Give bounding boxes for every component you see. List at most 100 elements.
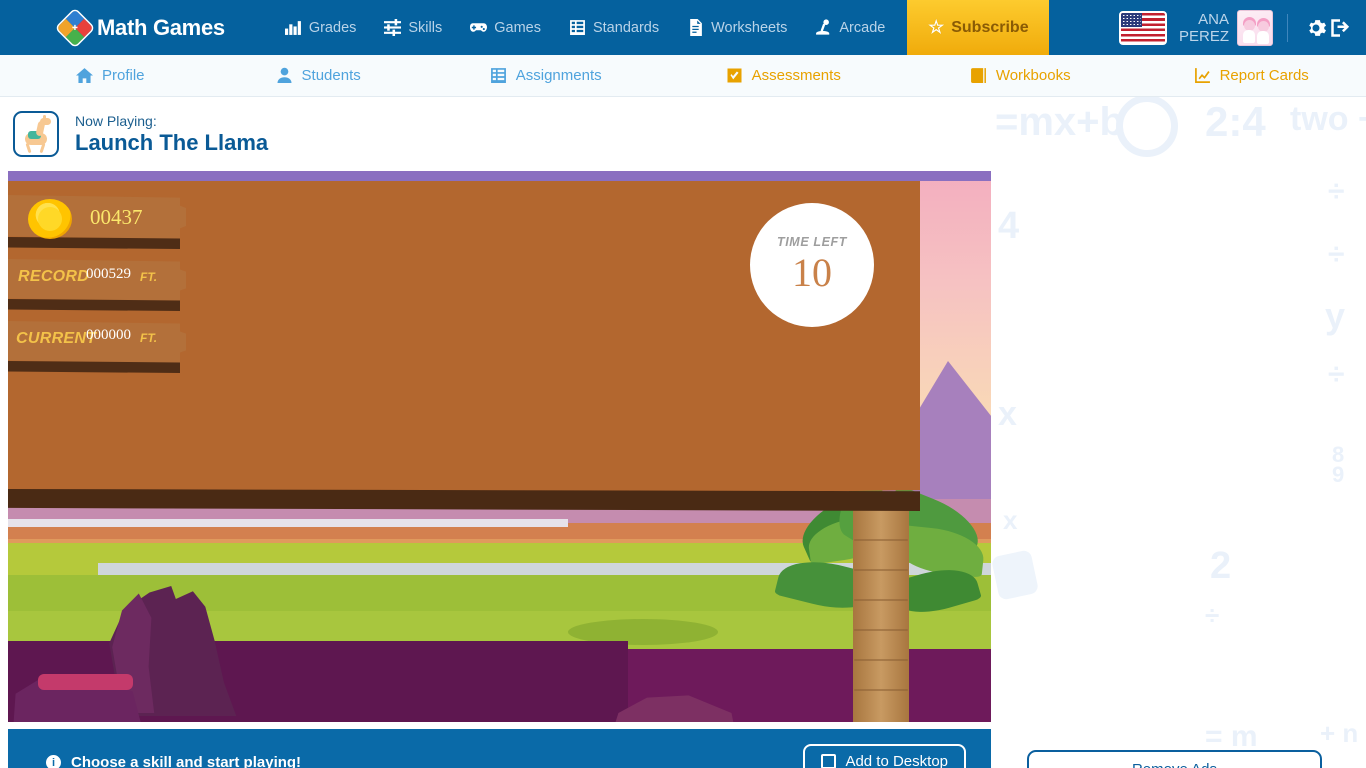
bottom-status-bar: i Choose a skill and start playing! Add … [8,729,991,768]
nav-label: Standards [592,19,660,36]
add-to-desktop-button[interactable]: Add to Desktop [803,744,966,768]
wallpaper-symbol: =mx+b [995,100,1124,144]
nav-item-skills[interactable]: Skills [370,0,456,55]
subnav-label: Report Cards [1219,67,1309,84]
current-plank-shadow [8,361,180,373]
time-left-value: 10 [792,250,832,295]
list-grid-icon [490,67,507,84]
nav-item-games[interactable]: Games [456,0,555,55]
nav-item-arcade[interactable]: Arcade [801,0,899,55]
remove-ads-label: Remove Ads [1132,761,1217,768]
wallpaper-dice-icon [990,549,1040,601]
wallpaper-symbol: x [998,395,1017,433]
sidebar-item-assessments[interactable]: Assessments [726,55,841,97]
wallpaper-symbol: 4 [998,205,1020,247]
hud-panel-shadow [8,489,920,511]
sliders-icon [384,19,402,36]
checkbox-icon [821,754,837,768]
secondary-navigation: Profile Students Assignments Assessments… [0,55,1366,97]
check-square-icon [726,67,743,84]
person-icon [276,67,293,84]
skill-message: i Choose a skill and start playing! [46,754,301,768]
user-zone: ANA PEREZ [1118,9,1350,46]
sidebar-item-report-cards[interactable]: Report Cards [1194,55,1309,97]
time-left-widget: TIME LEFT 10 [750,203,874,327]
wallpaper-symbol: 9 [1332,462,1345,487]
top-purple-strip [8,171,991,181]
add-to-desktop-label: Add to Desktop [845,753,948,768]
left-rock-top [38,674,133,690]
llama-icon[interactable] [13,110,59,157]
sidebar-item-assignments[interactable]: Assignments [490,55,602,97]
wallpaper-symbol: 2 [1210,545,1232,587]
line-chart-icon [1194,67,1211,84]
record-label: RECORD [18,268,90,285]
subnav-label: Assignments [515,67,602,84]
coin-value: 00437 [90,205,143,229]
nav-label: Arcade [839,19,886,36]
brand-name: Math Games [97,14,225,40]
star-icon: ☆ [928,17,945,37]
sidebar-item-students[interactable]: Students [276,55,361,97]
subnav-label: Workbooks [995,67,1071,84]
primary-navigation: Grades Skills Games Standards Worksheets [271,0,900,55]
usa-flag-icon[interactable] [1118,10,1167,45]
now-playing-bar: Now Playing: Launch The Llama [0,98,991,169]
nav-label: Skills [408,19,443,36]
nav-label: Games [494,19,541,36]
wallpaper-symbol: 2:4 [1205,98,1266,145]
now-playing-label: Now Playing: [75,112,157,129]
record-plank-shadow [8,299,180,311]
user-last-name: PEREZ [1178,27,1229,45]
river-upper [8,519,568,527]
gold-coin-inner [38,207,62,231]
gamepad-icon [470,19,488,36]
site-logo[interactable]: ✚ Math Games [56,9,225,46]
main-header: ✚ Math Games Grades Skills Games Standar… [0,0,1366,55]
document-icon [687,19,704,36]
book-icon [970,67,987,84]
nav-item-worksheets[interactable]: Worksheets [673,0,801,55]
logout-icon[interactable] [1330,18,1350,38]
wallpaper-symbol: = m [1205,720,1258,753]
gear-icon[interactable] [1306,18,1326,38]
wallpaper-symbol: ÷ [1205,600,1220,630]
subnav-label: Students [301,67,361,84]
record-unit: FT. [140,270,158,284]
record-value: 000529 [86,266,131,282]
wallpaper-symbol: two + t [1290,100,1366,138]
list-grid-icon [569,19,586,36]
wallpaper-symbol: y [1325,295,1346,336]
user-first-name: ANA [1198,10,1229,28]
user-name[interactable]: ANA PEREZ [1179,11,1229,45]
wallpaper-clock-icon [1116,95,1178,157]
wallpaper-symbol: ÷ [1328,358,1345,391]
game-canvas[interactable]: 00437 RECORD 000529 FT. CURRENT 000000 F… [8,171,991,722]
skill-message-text: Choose a skill and start playing! [71,754,302,768]
remove-ads-button[interactable]: Remove Ads [1027,750,1322,768]
sidebar-item-workbooks[interactable]: Workbooks [970,55,1071,97]
subnav-label: Profile [102,67,145,84]
subnav-label: Assessments [751,67,841,84]
nav-item-standards[interactable]: Standards [555,0,673,55]
game-title: Launch The Llama [75,129,269,155]
wallpaper-symbol: + n [1320,718,1359,748]
subscribe-button[interactable]: ☆ Subscribe [907,0,1050,55]
nav-item-grades[interactable]: Grades [271,0,371,55]
home-icon [76,67,93,84]
logo-diamond-icon: ✚ [56,9,94,46]
nav-label: Grades [308,19,357,36]
subscribe-label: Subscribe [951,18,1029,36]
current-label: CURRENT [16,330,97,347]
sidebar-item-profile[interactable]: Profile [76,55,145,97]
header-divider [1287,13,1288,42]
coin-plank-shadow [8,237,180,249]
info-icon: i [46,755,61,768]
current-unit: FT. [140,331,158,345]
joystick-icon [815,19,832,36]
nav-label: Worksheets [711,19,788,36]
avatar[interactable] [1237,9,1273,46]
current-value: 000000 [86,327,131,343]
wallpaper-symbol: ÷ [1328,175,1345,208]
wallpaper-symbol: x [1003,505,1018,535]
